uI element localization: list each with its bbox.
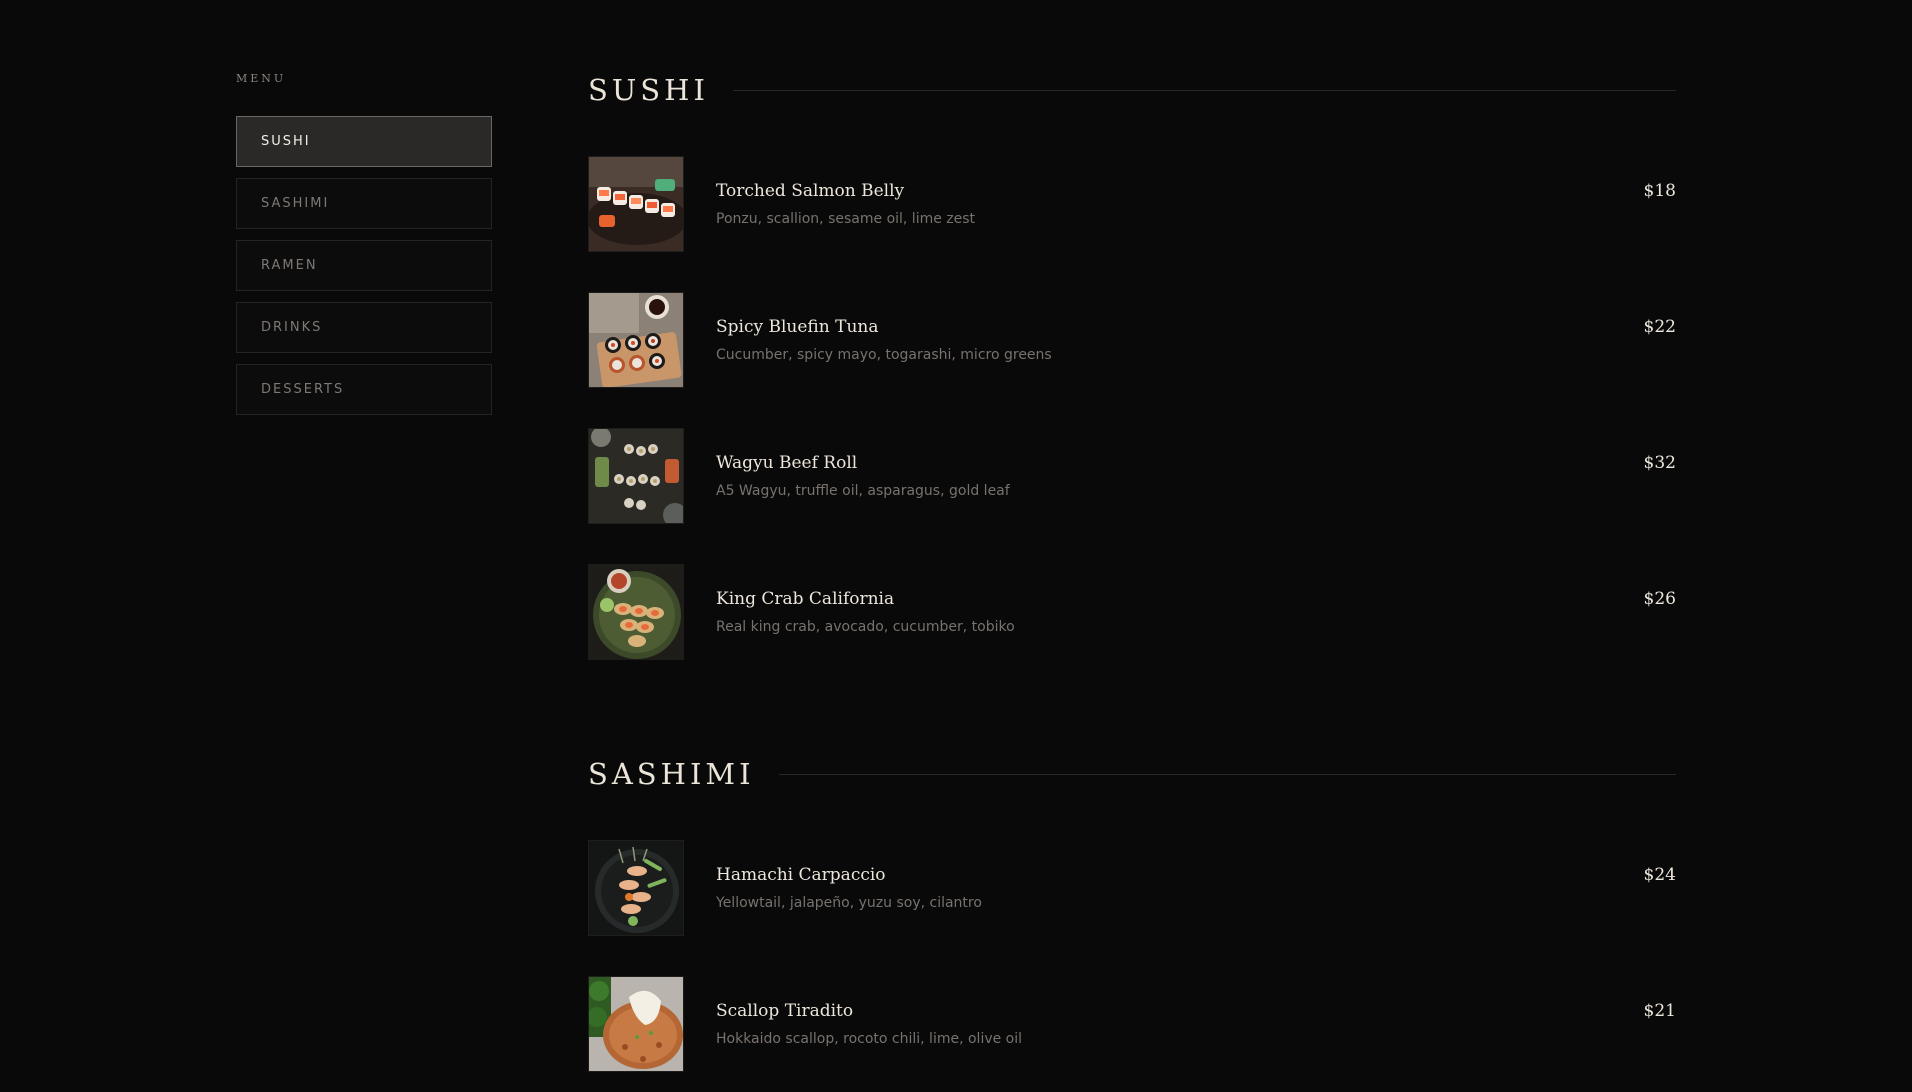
carpaccio-plate-photo bbox=[588, 840, 684, 936]
menu-item-body: Torched Salmon Belly Ponzu, scallion, se… bbox=[716, 156, 1676, 228]
nav-item-desserts[interactable]: DESSERTS bbox=[236, 364, 492, 415]
sushi-platter-photo bbox=[588, 156, 684, 252]
nav-item-drinks[interactable]: DRINKS bbox=[236, 302, 492, 353]
item-description: A5 Wagyu, truffle oil, asparagus, gold l… bbox=[716, 483, 1010, 499]
item-price: $24 bbox=[1643, 865, 1676, 885]
item-description: Cucumber, spicy mayo, togarashi, micro g… bbox=[716, 347, 1052, 363]
nav-item-sushi[interactable]: SUSHI bbox=[236, 116, 492, 167]
menu-item-body: Hamachi Carpaccio Yellowtail, jalapeño, … bbox=[716, 840, 1676, 912]
item-name: Hamachi Carpaccio bbox=[716, 865, 886, 885]
section-divider bbox=[778, 773, 1676, 775]
category-nav: SUSHI SASHIMI RAMEN DRINKS DESSERTS bbox=[236, 116, 492, 415]
menu-item[interactable]: Hamachi Carpaccio Yellowtail, jalapeño, … bbox=[588, 840, 1676, 936]
section-divider bbox=[732, 89, 1676, 91]
section-title: SUSHI bbox=[588, 73, 709, 107]
menu-item[interactable]: Torched Salmon Belly Ponzu, scallion, se… bbox=[588, 156, 1676, 252]
item-description: Yellowtail, jalapeño, yuzu soy, cilantro bbox=[716, 895, 982, 911]
item-price: $26 bbox=[1643, 589, 1676, 609]
menu-item[interactable]: King Crab California Real king crab, avo… bbox=[588, 564, 1676, 660]
menu-item[interactable]: Scallop Tiradito Hokkaido scallop, rocot… bbox=[588, 976, 1676, 1072]
item-price: $21 bbox=[1643, 1001, 1676, 1021]
item-name: Wagyu Beef Roll bbox=[716, 453, 858, 473]
item-name: King Crab California bbox=[716, 589, 895, 609]
scallop-dish-photo bbox=[588, 976, 684, 1072]
item-name: Torched Salmon Belly bbox=[716, 181, 905, 201]
section-header: SUSHI bbox=[588, 70, 1676, 110]
item-price: $18 bbox=[1643, 181, 1676, 201]
category-sidebar: MENU SUSHI SASHIMI RAMEN DRINKS DESSERTS bbox=[236, 72, 492, 426]
menu-item-body: Wagyu Beef Roll A5 Wagyu, truffle oil, a… bbox=[716, 428, 1676, 500]
section-title: SASHIMI bbox=[588, 757, 755, 791]
section-sushi: SUSHI bbox=[588, 70, 1676, 110]
menu-item[interactable]: Wagyu Beef Roll A5 Wagyu, truffle oil, a… bbox=[588, 428, 1676, 524]
menu-item-body: King Crab California Real king crab, avo… bbox=[716, 564, 1676, 636]
menu-item-body: Spicy Bluefin Tuna Cucumber, spicy mayo,… bbox=[716, 292, 1676, 364]
menu-item-body: Scallop Tiradito Hokkaido scallop, rocot… bbox=[716, 976, 1676, 1048]
california-roll-plate-photo bbox=[588, 564, 684, 660]
item-price: $22 bbox=[1643, 317, 1676, 337]
nav-item-ramen[interactable]: RAMEN bbox=[236, 240, 492, 291]
nav-item-sashimi[interactable]: SASHIMI bbox=[236, 178, 492, 229]
item-price: $32 bbox=[1643, 453, 1676, 473]
item-name: Spicy Bluefin Tuna bbox=[716, 317, 879, 337]
item-description: Real king crab, avocado, cucumber, tobik… bbox=[716, 619, 1015, 635]
sushi-rolls-board-photo bbox=[588, 292, 684, 388]
sushi-spread-photo bbox=[588, 428, 684, 524]
sidebar-heading: MENU bbox=[236, 72, 287, 85]
item-description: Hokkaido scallop, rocoto chili, lime, ol… bbox=[716, 1031, 1023, 1047]
menu-item[interactable]: Spicy Bluefin Tuna Cucumber, spicy mayo,… bbox=[588, 292, 1676, 388]
item-name: Scallop Tiradito bbox=[716, 1001, 854, 1021]
section-sashimi: SASHIMI bbox=[588, 754, 1676, 794]
item-description: Ponzu, scallion, sesame oil, lime zest bbox=[716, 211, 976, 227]
section-header: SASHIMI bbox=[588, 754, 1676, 794]
